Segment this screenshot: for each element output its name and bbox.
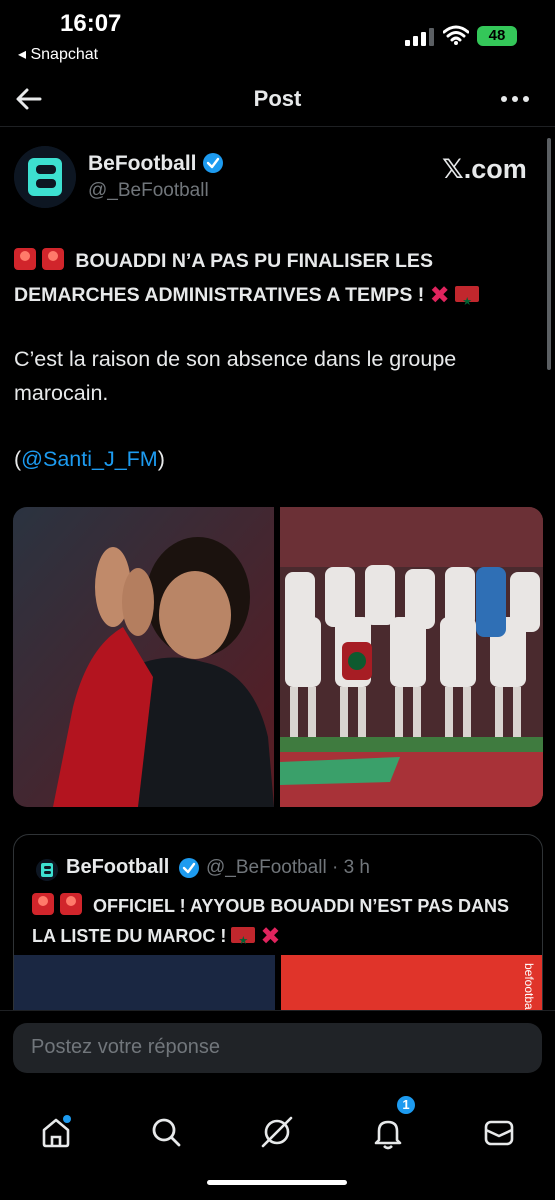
siren-emoji-icon	[14, 248, 36, 270]
reply-placeholder: Postez votre réponse	[31, 1036, 220, 1058]
top-bar: Post	[0, 74, 555, 124]
quote-verified-badge-icon	[179, 858, 199, 878]
quote-photo-right	[281, 955, 542, 1015]
source-label: 𝕏.com	[442, 154, 527, 184]
home-icon[interactable]	[34, 1110, 78, 1154]
siren-emoji-icon	[42, 248, 64, 270]
verified-badge-icon	[203, 153, 223, 173]
tweet-headline: BOUADDI N’A PAS PU FINALISER LES DEMARCH…	[14, 244, 534, 319]
author-avatar[interactable]	[14, 146, 76, 208]
headline-text: BOUADDI N’A PAS PU FINALISER LES DEMARCH…	[14, 250, 433, 306]
quote-text: OFFICIEL ! AYYOUB BOUADDI N’EST PAS DANS…	[32, 891, 532, 956]
tweet-mention-line: (@Santi_J_FM)	[14, 442, 165, 476]
wifi-icon	[443, 25, 469, 45]
grok-icon[interactable]	[255, 1110, 299, 1154]
tweet-body: C’est la raison de son absence dans le g…	[14, 347, 457, 405]
battery-icon: 48	[477, 26, 517, 46]
back-to-app-link[interactable]: ◂ Snapchat	[18, 44, 98, 64]
quote-brand-watermark: befootball	[522, 963, 536, 1016]
quote-photo-left	[14, 955, 275, 1015]
siren-emoji-icon	[60, 893, 82, 915]
reply-input[interactable]: Postez votre réponse	[13, 1023, 542, 1073]
morocco-flag-emoji-icon	[455, 285, 480, 319]
home-new-dot	[63, 1115, 71, 1123]
tweet-media	[13, 507, 543, 807]
quote-handle-time: @_BeFootball · 3 h	[206, 857, 370, 878]
home-indicator[interactable]	[207, 1180, 347, 1185]
cellular-signal-icon	[405, 28, 434, 46]
cross-mark-emoji-icon: ✖	[260, 923, 281, 950]
team-photo[interactable]	[280, 507, 543, 807]
search-icon[interactable]	[144, 1110, 188, 1154]
cross-mark-emoji-icon: ✖	[429, 282, 450, 309]
header-divider	[0, 126, 555, 127]
author-handle[interactable]: @_BeFootball	[88, 180, 209, 202]
scrollbar[interactable]	[547, 138, 551, 370]
notifications-bell-icon[interactable]	[366, 1110, 410, 1154]
author-name[interactable]: BeFootball	[88, 152, 197, 176]
messages-icon[interactable]	[477, 1110, 521, 1154]
battery-level: 48	[488, 27, 506, 44]
status-time: 16:07	[60, 10, 122, 37]
player-photo[interactable]	[13, 507, 274, 807]
mention-link[interactable]: @Santi_J_FM	[21, 447, 158, 471]
status-bar: 16:07 ◂ Snapchat 48	[0, 0, 555, 70]
mention-close: )	[157, 447, 165, 471]
quote-author-name: BeFootball	[66, 856, 170, 878]
quote-avatar-icon	[36, 859, 58, 881]
reply-bar: Postez votre réponse	[0, 1010, 555, 1096]
notifications-badge: 1	[395, 1094, 417, 1116]
morocco-flag-emoji-icon	[231, 926, 256, 956]
more-options-icon[interactable]	[498, 84, 532, 114]
page-title: Post	[253, 86, 302, 111]
befootball-logo-icon	[14, 146, 76, 208]
siren-emoji-icon	[32, 893, 54, 915]
